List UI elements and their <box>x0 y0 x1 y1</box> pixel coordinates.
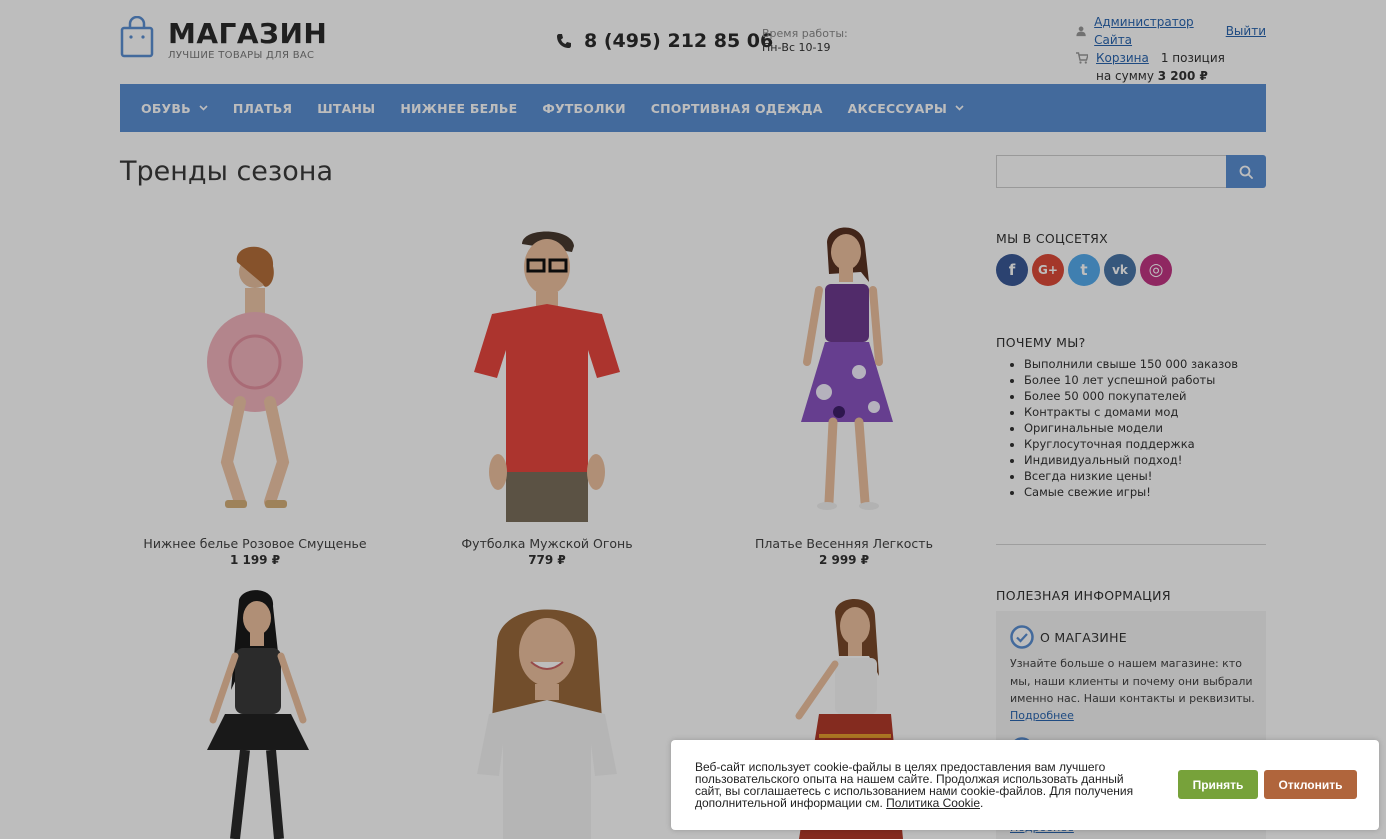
modal-overlay <box>0 0 1386 839</box>
page: МАГАЗИН ЛУЧШИЕ ТОВАРЫ ДЛЯ ВАС 8 (495) 21… <box>0 0 1386 839</box>
accept-cookies-button[interactable]: Принять <box>1178 770 1258 799</box>
cookie-text: Веб-сайт использует cookie-файлы в целях… <box>695 760 1134 810</box>
decline-cookies-button[interactable]: Отклонить <box>1264 770 1357 799</box>
cookie-policy-link[interactable]: Политика Cookie <box>886 796 980 810</box>
cookie-banner: Веб-сайт использует cookie-файлы в целях… <box>671 740 1379 830</box>
